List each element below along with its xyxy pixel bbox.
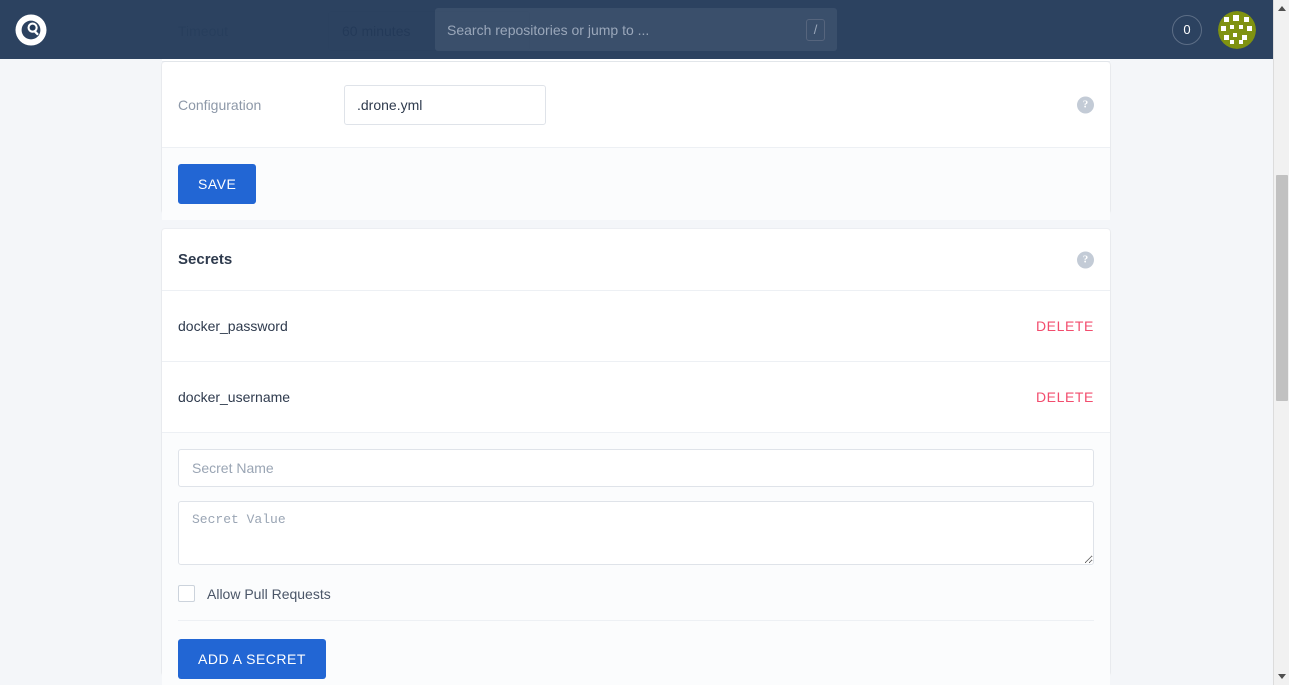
configuration-label: Configuration <box>178 96 262 113</box>
allow-pull-requests-row[interactable]: Allow Pull Requests <box>178 585 1094 621</box>
search-box[interactable]: Search repositories or jump to ... / <box>435 8 837 51</box>
secret-list-item: docker_password DELETE <box>162 291 1110 362</box>
navbar-right: 0 <box>1172 10 1256 49</box>
search-input[interactable]: Search repositories or jump to ... <box>447 22 806 38</box>
add-secret-form: Allow Pull Requests ADD A SECRET <box>162 433 1110 685</box>
configuration-row: Configuration ? <box>162 62 1110 147</box>
save-button[interactable]: SAVE <box>178 164 257 204</box>
secrets-card: Secrets ? docker_password DELETE docker_… <box>162 229 1110 685</box>
page-content: Timeout 60 minutes Configuration ? SAVE … <box>0 0 1273 685</box>
avatar[interactable] <box>1218 10 1256 49</box>
vertical-scrollbar[interactable] <box>1273 0 1289 685</box>
configuration-footer: SAVE <box>162 147 1110 220</box>
secrets-title: Secrets <box>178 251 233 268</box>
help-icon[interactable]: ? <box>1077 96 1094 113</box>
help-icon[interactable]: ? <box>1077 251 1094 268</box>
add-secret-button[interactable]: ADD A SECRET <box>178 639 326 679</box>
build-count-badge[interactable]: 0 <box>1172 14 1202 45</box>
secret-name-input[interactable] <box>178 449 1094 487</box>
delete-secret-link[interactable]: DELETE <box>1036 318 1094 334</box>
allow-pull-requests-checkbox[interactable] <box>178 585 195 602</box>
add-secret-footer: ADD A SECRET <box>178 621 1094 679</box>
app-viewport: Timeout 60 minutes Configuration ? SAVE … <box>0 0 1289 685</box>
secret-value-textarea[interactable] <box>178 501 1094 565</box>
top-navbar: Search repositories or jump to ... / 0 <box>0 0 1273 59</box>
scrollbar-thumb[interactable] <box>1276 175 1288 401</box>
configuration-input[interactable] <box>344 84 546 125</box>
secrets-header: Secrets ? <box>162 229 1110 291</box>
allow-pull-requests-label: Allow Pull Requests <box>207 585 331 602</box>
scroll-down-arrow-icon[interactable] <box>1274 668 1289 685</box>
scroll-up-arrow-icon[interactable] <box>1274 0 1289 17</box>
secret-list-item: docker_username DELETE <box>162 362 1110 433</box>
secret-name: docker_password <box>178 318 288 334</box>
delete-secret-link[interactable]: DELETE <box>1036 389 1094 405</box>
secret-name: docker_username <box>178 389 291 405</box>
drone-logo-icon[interactable] <box>13 12 49 48</box>
search-shortcut-key: / <box>806 18 825 41</box>
configuration-card: Configuration ? SAVE <box>162 62 1110 220</box>
